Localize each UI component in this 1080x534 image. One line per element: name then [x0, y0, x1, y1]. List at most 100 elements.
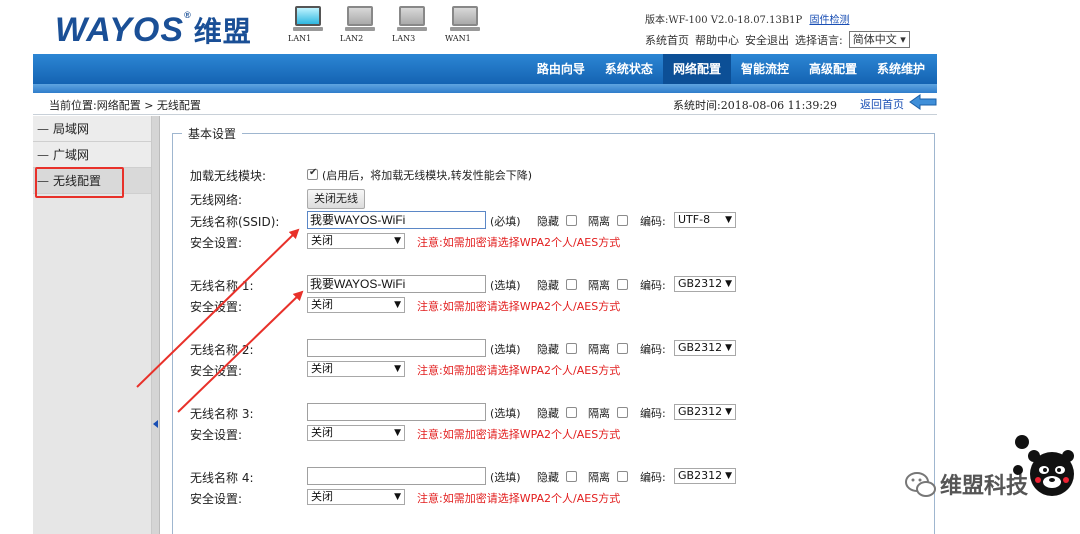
firmware-check-link[interactable]: 固件检测: [809, 15, 849, 26]
isolate-checkbox[interactable]: [617, 343, 628, 354]
security-warning: 注意:如需加密请选择WPA2个人/AES方式: [417, 364, 621, 377]
monitor-icon: [295, 6, 321, 26]
ssid-input[interactable]: [307, 403, 486, 421]
nav-traffic-control[interactable]: 智能流控: [731, 54, 799, 84]
security-value: 关闭: [311, 362, 333, 375]
close-wireless-button[interactable]: 关闭无线: [307, 189, 365, 209]
port-label: LAN2: [340, 34, 364, 43]
dropdown-arrow-icon: ▼: [394, 428, 401, 438]
content-area: 基本设置 加载无线模块: (启用后，将加载无线模块,转发性能会下降) 无线网络:…: [160, 116, 937, 534]
security-warning: 注意:如需加密请选择WPA2个人/AES方式: [417, 300, 621, 313]
port-lan1[interactable]: LAN1: [288, 6, 328, 43]
ssid-optional-note: (选填): [490, 407, 521, 420]
security-select[interactable]: 关闭 ▼: [307, 425, 405, 441]
monitor-icon: [452, 6, 478, 26]
hidden-label: 隐藏: [537, 407, 559, 420]
security-label: 安全设置:: [190, 492, 243, 506]
sidebar-item-label: 广域网: [53, 148, 90, 162]
encoding-select[interactable]: GB2312 ▼: [674, 276, 736, 292]
ssid-input[interactable]: 我要WAYOS-WiFi: [307, 275, 486, 293]
dropdown-arrow-icon: ▼: [725, 215, 732, 225]
hidden-checkbox[interactable]: [566, 407, 577, 418]
security-value: 关闭: [311, 490, 333, 503]
encoding-value: UTF-8: [678, 213, 711, 226]
port-label: WAN1: [445, 34, 471, 43]
annotation-highlight-box: [35, 167, 124, 198]
security-select[interactable]: 关闭 ▼: [307, 361, 405, 377]
encoding-select[interactable]: GB2312 ▼: [674, 468, 736, 484]
ssid-optional-note: (选填): [490, 279, 521, 292]
security-label: 安全设置:: [190, 428, 243, 442]
nav-system-status[interactable]: 系统状态: [595, 54, 663, 84]
encoding-value: GB2312: [678, 469, 723, 482]
logo-text: WAYOS: [55, 11, 185, 49]
isolate-checkbox[interactable]: [617, 407, 628, 418]
security-label: 安全设置:: [190, 236, 243, 250]
security-value: 关闭: [311, 234, 333, 247]
security-label: 安全设置:: [190, 300, 243, 314]
security-value: 关闭: [311, 426, 333, 439]
ssid-label: 无线名称 3:: [190, 407, 254, 421]
ssid-input[interactable]: [307, 467, 486, 485]
hidden-label: 隐藏: [537, 279, 559, 292]
isolate-checkbox[interactable]: [617, 279, 628, 290]
ssid-required-note: (必填): [490, 215, 521, 228]
isolate-checkbox[interactable]: [617, 215, 628, 226]
security-value: 关闭: [311, 298, 333, 311]
wireless-net-label: 无线网络:: [190, 193, 243, 207]
back-arrow-icon[interactable]: [908, 94, 938, 110]
isolate-label: 隔离: [588, 407, 610, 420]
wechat-icon: [905, 472, 936, 497]
load-module-checkbox[interactable]: [307, 167, 318, 180]
nav-network-config[interactable]: 网络配置: [662, 54, 731, 84]
security-select[interactable]: 关闭 ▼: [307, 233, 405, 249]
hidden-label: 隐藏: [537, 215, 559, 228]
sidebar-item-wan[interactable]: — 广域网: [33, 142, 151, 168]
wayos-logo[interactable]: WAYOS®维盟: [55, 10, 252, 50]
dropdown-arrow-icon: ▼: [725, 407, 732, 417]
ssid-label: 无线名称 2:: [190, 343, 254, 357]
port-wan1[interactable]: WAN1: [445, 6, 485, 43]
security-select[interactable]: 关闭 ▼: [307, 489, 405, 505]
ssid-input[interactable]: 我要WAYOS-WiFi: [307, 211, 486, 229]
isolate-checkbox[interactable]: [617, 471, 628, 482]
security-select[interactable]: 关闭 ▼: [307, 297, 405, 313]
port-lan2[interactable]: LAN2: [340, 6, 380, 43]
dropdown-arrow-icon: ▼: [394, 300, 401, 310]
language-select[interactable]: 简体中文 ▾: [848, 31, 910, 48]
nav-route-wizard[interactable]: 路由向导: [527, 54, 595, 84]
monitor-icon: [347, 6, 373, 26]
nav-system-maintenance[interactable]: 系统维护: [867, 54, 935, 84]
encoding-select[interactable]: GB2312 ▼: [674, 404, 736, 420]
nav-advanced-config[interactable]: 高级配置: [799, 54, 867, 84]
load-module-note: (启用后，将加载无线模块,转发性能会下降): [322, 169, 533, 182]
isolate-label: 隔离: [588, 471, 610, 484]
dropdown-arrow-icon: ▼: [725, 343, 732, 353]
hidden-checkbox[interactable]: [566, 343, 577, 354]
language-value: 简体中文: [852, 33, 897, 46]
version-info: 版本:WF-100 V2.0-18.07.13B1P 固件检测: [645, 11, 849, 26]
collapse-arrow-icon[interactable]: [153, 420, 158, 428]
ssid-optional-note: (选填): [490, 343, 521, 356]
home-link[interactable]: 系统首页: [645, 32, 689, 48]
monitor-icon: [399, 6, 425, 26]
hidden-checkbox[interactable]: [566, 215, 577, 226]
help-link[interactable]: 帮助中心: [695, 32, 739, 48]
sidebar-item-lan[interactable]: — 局域网: [33, 116, 151, 142]
hidden-checkbox[interactable]: [566, 471, 577, 482]
sidebar-splitter[interactable]: [152, 116, 160, 534]
encoding-select[interactable]: UTF-8 ▼: [674, 212, 736, 228]
hidden-checkbox[interactable]: [566, 279, 577, 290]
isolate-label: 隔离: [588, 215, 610, 228]
ssid-input[interactable]: [307, 339, 486, 357]
top-links: 系统首页 帮助中心 安全退出 选择语言: 简体中文 ▾: [645, 31, 910, 48]
encoding-label: 编码:: [640, 471, 666, 484]
sidebar-item-label: 局域网: [53, 122, 90, 136]
port-lan3[interactable]: LAN3: [392, 6, 432, 43]
nav-underline: [33, 84, 937, 93]
encoding-select[interactable]: GB2312 ▼: [674, 340, 736, 356]
breadcrumb: 当前位置:网络配置 > 无线配置: [49, 99, 201, 112]
logout-link[interactable]: 安全退出: [745, 32, 789, 48]
breadcrumb-bar: 当前位置:网络配置 > 无线配置 系统时间:2018-08-06 11:39:2…: [33, 93, 937, 115]
back-home-link[interactable]: 返回首页: [860, 96, 904, 112]
